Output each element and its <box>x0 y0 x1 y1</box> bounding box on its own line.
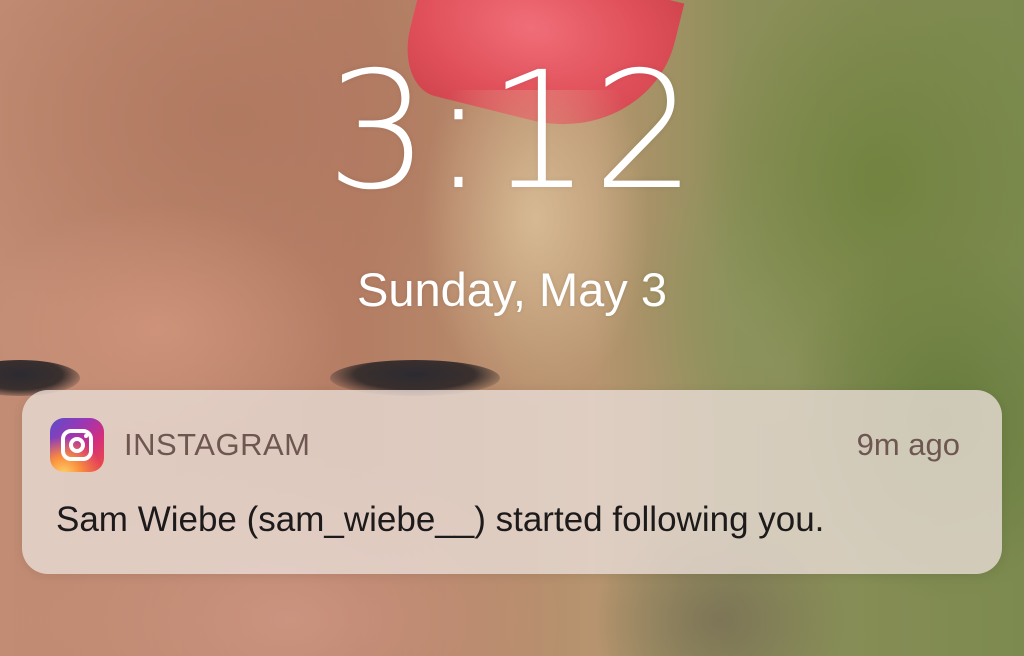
lock-screen-time: 3:12 <box>326 38 698 226</box>
notification-message: Sam Wiebe (sam_wiebe__) started followin… <box>56 500 825 539</box>
instagram-icon <box>50 418 104 472</box>
notification-app-name: INSTAGRAM <box>124 427 311 462</box>
instagram-notification[interactable]: INSTAGRAM 9m ago Sam Wiebe (sam_wiebe__)… <box>22 390 1002 574</box>
lock-screen: 3:12 Sunday, May 3 INSTAGRAM 9m ago Sam … <box>0 0 1024 656</box>
notification-timestamp: 9m ago <box>856 427 960 462</box>
lock-screen-date: Sunday, May 3 <box>356 263 668 316</box>
